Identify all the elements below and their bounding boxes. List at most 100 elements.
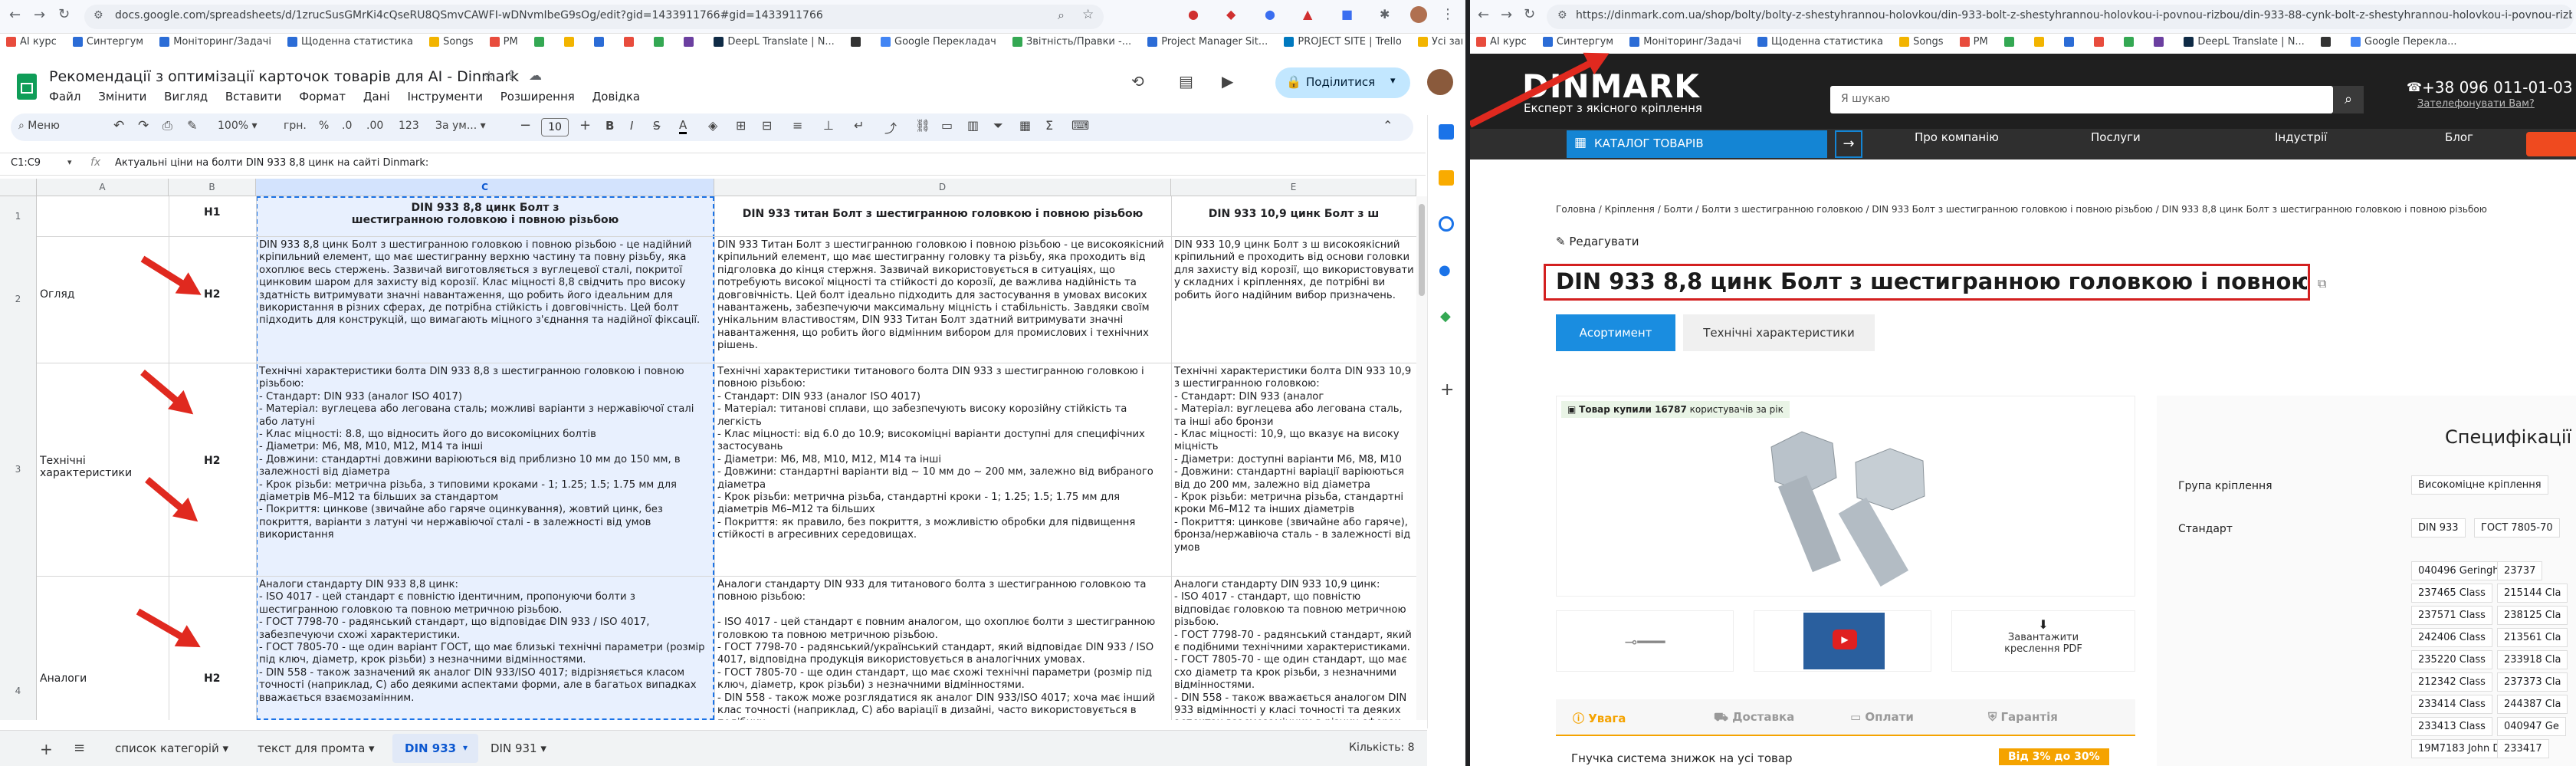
menu-file[interactable]: Файл	[49, 90, 80, 104]
extension-icon[interactable]: ●	[1188, 7, 1199, 21]
bookmark-stats[interactable]: Щоденна статистика	[287, 36, 413, 48]
analog-tag[interactable]: 233413 Class	[2411, 717, 2492, 736]
bookmark-pm-site[interactable]: Project Manager Sit...	[1147, 36, 1268, 48]
col-header-d[interactable]: D	[714, 179, 1171, 196]
bookmark-ai[interactable]: AI курс	[6, 36, 57, 48]
analog-tag[interactable]: 233417	[2497, 739, 2549, 758]
comment-add-icon[interactable]: ▭	[941, 118, 953, 133]
analog-tag[interactable]: 233918 Cla	[2497, 650, 2568, 669]
analog-tag[interactable]: 238125 Cla	[2497, 606, 2568, 625]
move-icon[interactable]: ⇪	[506, 68, 517, 84]
breadcrumb[interactable]: Головна / Кріплення / Болти / Болти з ше…	[1556, 204, 2560, 215]
formula-input[interactable]: Актуальні ціни на болти DIN 933 8,8 цинк…	[115, 157, 1341, 169]
analog-tag[interactable]: 215144 Cla	[2497, 584, 2568, 603]
cell-e4[interactable]: Аналоги стандарту DIN 933 10,9 цинк: - I…	[1174, 579, 1415, 720]
forward-icon[interactable]: →	[34, 7, 45, 23]
thumb-drawing[interactable]: ⊸━━━	[1556, 610, 1734, 672]
bookmark-icon[interactable]	[2064, 37, 2078, 47]
site-phone[interactable]: +38 096 011-01-03	[2422, 78, 2573, 97]
menu-insert[interactable]: Вставити	[225, 90, 282, 104]
cell-b2[interactable]: H2	[204, 288, 220, 301]
fill-color-icon[interactable]: ◈	[708, 118, 717, 133]
bookmark-trello[interactable]: PROJECT SITE | Trello	[1284, 36, 1402, 48]
all-sheets-icon[interactable]: ≡	[74, 740, 85, 756]
analog-tag[interactable]: 237465 Class	[2411, 584, 2492, 603]
analog-tag[interactable]: 040947 Ge	[2497, 717, 2566, 736]
bookmark-stats[interactable]: Щоденна статистика	[1757, 36, 1883, 48]
row-header-1[interactable]: 1	[0, 196, 37, 236]
meet-icon[interactable]: ▶	[1222, 72, 1233, 90]
tab-assortment[interactable]: Асортимент	[1556, 314, 1675, 351]
cell-c4[interactable]: Аналоги стандарту DIN 933 8,8 цинк: - IS…	[259, 579, 711, 720]
analog-tag[interactable]: 212342 Class	[2411, 672, 2492, 692]
contacts-icon[interactable]: ●	[1439, 262, 1451, 278]
menu-edit[interactable]: Змінити	[98, 90, 146, 104]
bookmark-songs[interactable]: Songs	[1899, 36, 1944, 48]
right-url[interactable]: https://dinmark.com.ua/shop/bolty/bolty-…	[1576, 9, 2572, 21]
extension-icon[interactable]: ▲	[1303, 7, 1312, 21]
text-color-icon[interactable]: A	[679, 118, 687, 134]
cell-c3[interactable]: Технічні характеристики болта DIN 933 8,…	[259, 366, 711, 574]
add-sheet-icon[interactable]: +	[40, 740, 53, 758]
row-header-3[interactable]: 3	[0, 363, 37, 576]
copy-icon[interactable]: ⧉	[2318, 276, 2326, 291]
plus-icon[interactable]: +	[579, 117, 591, 133]
bookmark-pm[interactable]: PM	[489, 36, 518, 48]
bookmark-icon[interactable]	[654, 37, 668, 47]
tab-payment[interactable]: ▭ Оплати	[1850, 710, 1914, 724]
row-header-4[interactable]: 4	[0, 576, 37, 720]
currency-button[interactable]: грн.	[284, 120, 307, 132]
cell-d3[interactable]: Технічні характеристики титанового болта…	[717, 366, 1168, 574]
analog-tag[interactable]: 242406 Class	[2411, 628, 2492, 647]
menu-format[interactable]: Формат	[299, 90, 346, 104]
cell-c1[interactable]: DIN 933 8,8 цинк Болт з шестигранною гол…	[258, 202, 713, 227]
cell-e2[interactable]: DIN 933 10,9 цинк Болт з ш високоякісний…	[1174, 239, 1415, 362]
tasks-icon[interactable]	[1439, 216, 1454, 232]
cell-a2[interactable]: Огляд	[40, 288, 162, 301]
cell-c2[interactable]: DIN 933 8,8 цинк Болт з шестигранною гол…	[259, 239, 711, 362]
bookmark-icon[interactable]	[533, 37, 548, 47]
bookmark-icon[interactable]	[2124, 37, 2138, 47]
nav-blog[interactable]: Блог	[2445, 130, 2473, 144]
menu-search[interactable]: ⌕ Меню	[18, 120, 60, 132]
bookmark-pm[interactable]: PM	[1959, 36, 1988, 48]
italic-icon[interactable]: I	[630, 119, 633, 133]
tab-din933[interactable]: DIN 933 ▾	[392, 734, 478, 763]
bookmark-icon[interactable]	[2320, 37, 2335, 47]
bookmark-translate[interactable]: Google Перекладач	[881, 36, 996, 48]
chevron-up-icon[interactable]: ⌃	[1383, 118, 1393, 133]
add-addon-icon[interactable]: +	[1440, 380, 1454, 399]
profile-avatar[interactable]	[1410, 6, 1427, 23]
analog-tag[interactable]: 23737	[2497, 561, 2543, 580]
menu-data[interactable]: Дані	[363, 90, 390, 104]
spec-val-standard[interactable]: DIN 933	[2411, 518, 2466, 538]
col-header-a[interactable]: A	[37, 179, 169, 196]
row-header-2[interactable]: 2	[0, 236, 37, 363]
valign-icon[interactable]: ⊥	[823, 118, 834, 133]
tab-delivery[interactable]: ⛟ Доставка	[1714, 710, 1794, 725]
paint-format-icon[interactable]: ✎	[187, 118, 197, 133]
nav-promo[interactable]	[2526, 132, 2576, 156]
font-size-input[interactable]: 10	[541, 118, 569, 136]
bookmark-deepl[interactable]: DeepL Translate | N...	[714, 36, 835, 48]
tab-guarantee[interactable]: ⛨ Гарантія	[1988, 710, 2058, 724]
cell-d1[interactable]: DIN 933 титан Болт з шестигранною головк…	[716, 208, 1170, 220]
undo-icon[interactable]: ↶	[113, 118, 124, 133]
site-callback[interactable]: Зателефонувати Вам?	[2417, 98, 2535, 110]
borders-icon[interactable]: ⊞	[736, 118, 746, 133]
view-icon[interactable]: ▦	[1019, 118, 1031, 133]
nav-about[interactable]: Про компанію	[1915, 130, 1999, 144]
bookmark-deepl[interactable]: DeepL Translate | N...	[2184, 36, 2305, 48]
search-icon[interactable]: ⌕	[2333, 86, 2364, 113]
analog-tag[interactable]: 237571 Class	[2411, 606, 2492, 625]
bookmark-monitoring[interactable]: Моніторинг/Задачі	[159, 36, 271, 48]
bookmark-icon[interactable]	[594, 37, 608, 47]
cell-b3[interactable]: H2	[204, 455, 220, 467]
analog-tag[interactable]: 237373 Cla	[2497, 672, 2568, 692]
cell-d4[interactable]: Аналоги стандарту DIN 933 для титанового…	[717, 579, 1168, 720]
bookmark-all[interactable]: Усі закладки	[1417, 36, 1462, 48]
history-icon[interactable]: ⟲	[1131, 72, 1144, 90]
calendar-icon[interactable]	[1439, 124, 1454, 140]
bookmark-icon[interactable]	[2003, 37, 2018, 47]
arrow-right-icon[interactable]: →	[1835, 130, 1862, 158]
